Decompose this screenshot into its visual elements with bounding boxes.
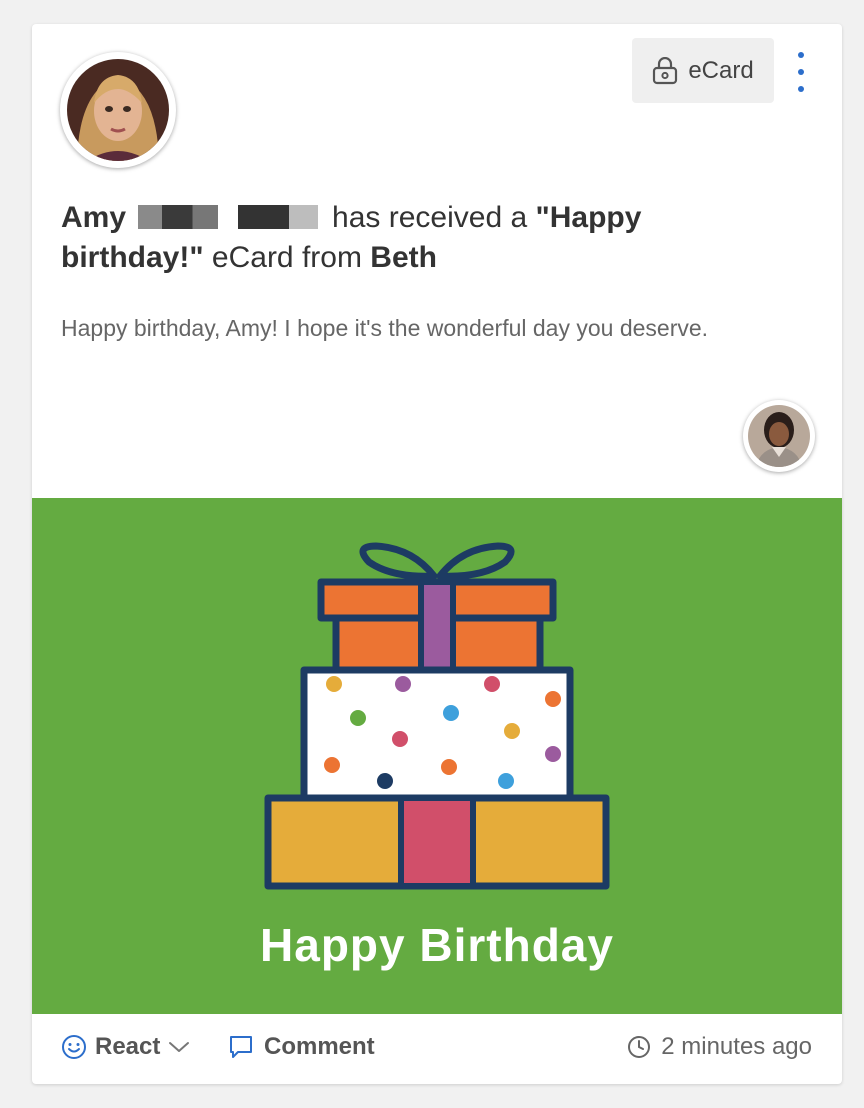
chevron-down-icon [169, 1042, 190, 1052]
comment-icon [230, 1036, 252, 1058]
recipient-avatar-image [67, 59, 169, 161]
sender-name[interactable]: Beth [370, 241, 437, 274]
recipient-avatar[interactable] [60, 52, 176, 168]
react-label: React [95, 1033, 161, 1060]
redacted-name-block [138, 205, 219, 229]
react-button[interactable]: React [61, 1024, 190, 1070]
ecard-banner[interactable]: Happy Birthday [32, 498, 842, 1014]
recipient-name[interactable]: Amy [61, 201, 126, 234]
clock-icon [628, 1036, 651, 1058]
lock-icon [653, 56, 678, 84]
sender-avatar-image [748, 405, 810, 467]
post-timestamp: 2 minutes ago [627, 1024, 812, 1070]
more-vertical-icon[interactable] [790, 52, 812, 92]
smiley-icon [62, 1035, 86, 1059]
ecard-message: Happy birthday, Amy! I hope it's the won… [61, 315, 709, 341]
comment-button[interactable]: Comment [228, 1024, 375, 1070]
comment-label: Comment [264, 1033, 375, 1060]
ecard-post-card: eCard Amy has received a "Happy birthday!… [32, 24, 842, 1084]
headline-verb: has received a [332, 201, 528, 234]
post-footer: React Comment 2 minutes ago [32, 1014, 842, 1084]
ecard-type-label: eCard [688, 56, 754, 84]
banner-title: Happy Birthday [260, 919, 614, 971]
ecard-type-badge[interactable]: eCard [632, 38, 774, 103]
timestamp-label: 2 minutes ago [661, 1033, 812, 1060]
sender-avatar[interactable] [743, 400, 815, 472]
headline-object: eCard from [211, 241, 362, 274]
redacted-name-block [238, 205, 319, 229]
post-headline: Amy has received a "Happy birthday!" eCar… [61, 198, 781, 278]
